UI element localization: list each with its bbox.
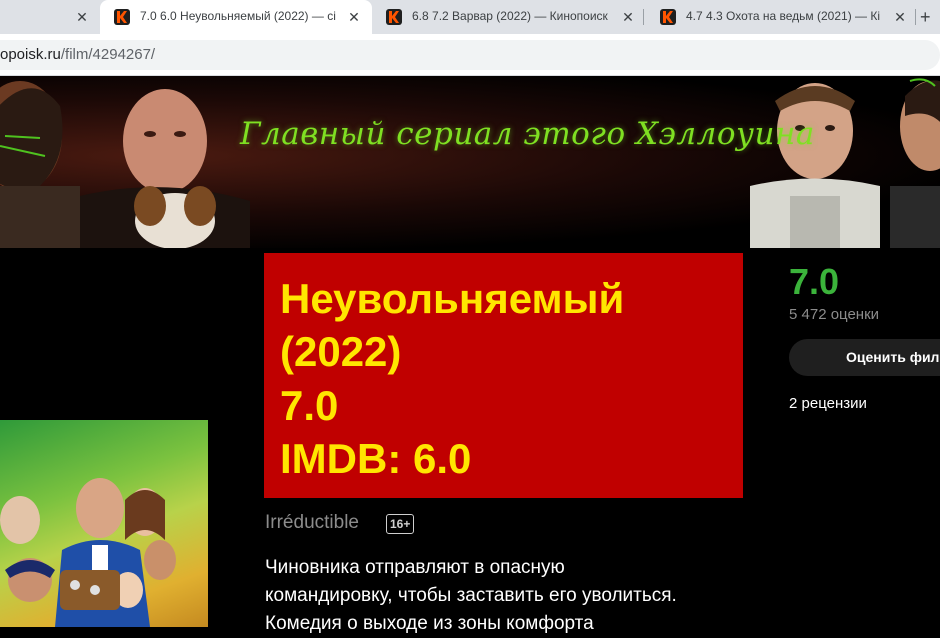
original-title: Irréductible: [265, 512, 359, 533]
overlay-film-year: (2022): [280, 328, 402, 375]
close-icon[interactable]: ✕: [74, 9, 90, 25]
kinopoisk-favicon-icon: [386, 9, 402, 25]
synopsis-line: Чиновника отправляют в опасную: [265, 557, 565, 578]
new-tab-icon[interactable]: +: [920, 8, 931, 26]
omnibox[interactable]: opoisk.ru/film/4294267/: [0, 40, 940, 70]
address-bar-row: opoisk.ru/film/4294267/: [0, 34, 940, 76]
tab-varvar[interactable]: 6.8 7.2 Варвар (2022) — Кинопоиск ✕: [372, 0, 644, 34]
tab-title: 7.0 6.0 Неувольняемый (2022) — сі: [140, 9, 336, 23]
overlay-kinopoisk-rating: 7.0: [280, 382, 339, 429]
kinopoisk-favicon-icon: [660, 9, 676, 25]
synopsis-line: командировку, чтобы заставить его уволит…: [265, 585, 677, 606]
film-poster[interactable]: [0, 420, 208, 627]
banner-art: [0, 78, 940, 248]
synopsis-line: Комедия о выходе из зоны комфорта: [265, 613, 594, 634]
url-host: opoisk.ru: [0, 46, 61, 63]
rate-film-button[interactable]: Оценить фильм: [789, 339, 940, 376]
kinopoisk-favicon-icon: [114, 9, 130, 25]
film-page: Неувольняемый (2022) 7.0 IMDB: 6.0 Irréd…: [0, 248, 940, 634]
banner-tagline: Главный сериал этого Хэллоуина: [240, 116, 815, 152]
tab-title: 4.7 4.3 Охота на ведьм (2021) — Кі: [686, 9, 881, 23]
tab-title: 6.8 7.2 Варвар (2022) — Кинопоиск: [412, 9, 608, 23]
close-icon[interactable]: ✕: [346, 9, 362, 25]
poster-art: [0, 478, 176, 627]
film-synopsis: Чиновника отправляют в опасную командиро…: [265, 554, 745, 638]
title-overlay: Неувольняемый (2022) 7.0 IMDB: 6.0: [264, 253, 743, 498]
tab-okhota-na-vedm[interactable]: 4.7 4.3 Охота на ведьм (2021) — Кі ✕: [644, 0, 916, 34]
reviews-link[interactable]: 2 рецензии: [789, 395, 867, 412]
rating-votes-count: 5 472 оценки: [789, 306, 880, 323]
tab-strip: ✕ 7.0 6.0 Неувольняемый (2022) — сі ✕ 6.…: [0, 0, 940, 34]
rating-value: 7.0: [789, 261, 840, 302]
overlay-film-title: Неувольняемый: [280, 275, 625, 322]
close-icon[interactable]: ✕: [620, 9, 636, 25]
url-path: /film/4294267/: [60, 46, 156, 63]
promo-banner[interactable]: Главный сериал этого Хэллоуина: [0, 76, 940, 248]
age-rating-badge: 16+: [386, 514, 415, 534]
tab-neuvolnyaemy[interactable]: 7.0 6.0 Неувольняемый (2022) — сі ✕: [100, 0, 372, 34]
close-icon[interactable]: ✕: [892, 9, 908, 25]
url-text[interactable]: opoisk.ru/film/4294267/: [0, 46, 155, 63]
overlay-imdb-rating: IMDB: 6.0: [280, 435, 472, 482]
tab-separator: [915, 9, 916, 25]
